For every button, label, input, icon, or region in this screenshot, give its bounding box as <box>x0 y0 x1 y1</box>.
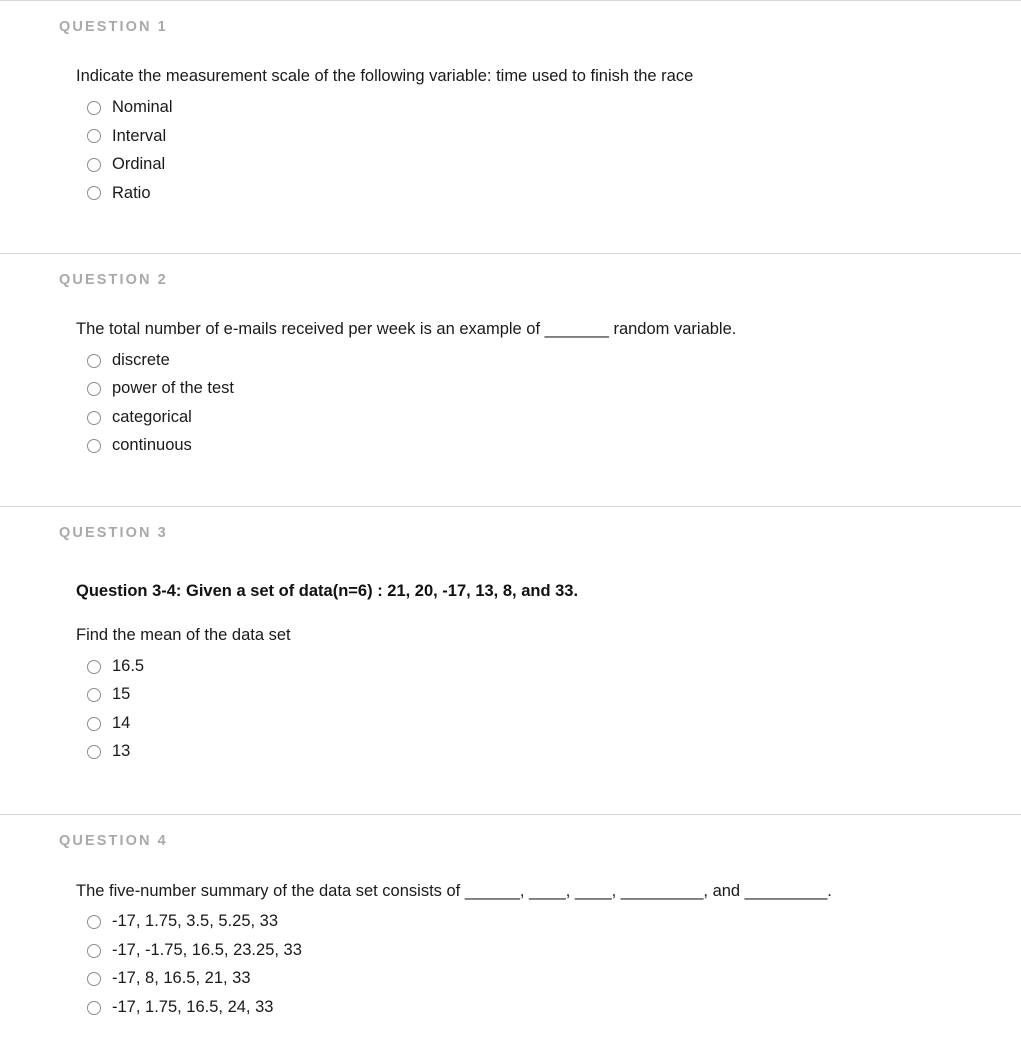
question-body-2: The total number of e-mails received per… <box>0 289 1021 506</box>
option-item[interactable]: Nominal <box>76 94 1021 123</box>
question-text-1: Indicate the measurement scale of the fo… <box>76 67 694 86</box>
question-block-4: QUESTION 4 The five-number summary of th… <box>0 815 1021 1064</box>
option-item[interactable]: -17, 1.75, 3.5, 5.25, 33 <box>76 908 1021 937</box>
option-item[interactable]: discrete <box>76 346 1021 375</box>
question-block-1: QUESTION 1 Indicate the measurement scal… <box>0 1 1021 253</box>
option-item[interactable]: Ordinal <box>76 151 1021 180</box>
radio-button-icon[interactable] <box>87 972 101 987</box>
radio-button-icon[interactable] <box>87 688 101 703</box>
radio-button-icon[interactable] <box>87 915 101 930</box>
options-list-3: 16.5 15 14 13 <box>76 646 1021 766</box>
question-block-3: QUESTION 3 Question 3-4: Given a set of … <box>0 507 1021 814</box>
question-header-1: QUESTION 1 <box>59 19 168 35</box>
option-label: Ratio <box>112 183 151 202</box>
option-label: -17, 1.75, 3.5, 5.25, 33 <box>112 912 279 931</box>
option-item[interactable]: 13 <box>76 738 1021 767</box>
radio-button-icon[interactable] <box>87 943 101 958</box>
question-preamble-3: Question 3-4: Given a set of data(n=6) :… <box>76 581 579 600</box>
radio-button-icon[interactable] <box>87 659 101 674</box>
radio-button-icon[interactable] <box>87 186 101 201</box>
question-body-1: Indicate the measurement scale of the fo… <box>0 36 1021 252</box>
question-body-4: The five-number summary of the data set … <box>0 851 1021 1064</box>
option-item[interactable]: 14 <box>76 709 1021 738</box>
question-text-3: Find the mean of the data set <box>76 626 291 645</box>
options-list-1: Nominal Interval Ordinal Ratio <box>76 88 1021 208</box>
radio-button-icon[interactable] <box>87 157 101 172</box>
option-item[interactable]: -17, -1.75, 16.5, 23.25, 33 <box>76 937 1021 966</box>
options-list-2: discrete power of the test categorical c… <box>76 340 1021 460</box>
option-label: 14 <box>112 713 131 732</box>
radio-button-icon[interactable] <box>87 745 101 760</box>
question-text-2: The total number of e-mails received per… <box>76 320 737 339</box>
option-label: categorical <box>112 407 192 426</box>
radio-button-icon[interactable] <box>87 1000 101 1015</box>
question-header-2: QUESTION 2 <box>59 271 168 288</box>
option-label: power of the test <box>112 379 234 398</box>
question-body-3: Question 3-4: Given a set of data(n=6) :… <box>0 543 1021 815</box>
option-label: continuous <box>112 436 192 455</box>
option-item[interactable]: continuous <box>76 432 1021 461</box>
option-label: 16.5 <box>112 656 145 675</box>
options-list-4: -17, 1.75, 3.5, 5.25, 33 -17, -1.75, 16.… <box>76 902 1021 1022</box>
radio-button-icon[interactable] <box>87 129 101 144</box>
question-header-3: QUESTION 3 <box>59 525 168 542</box>
option-label: -17, 8, 16.5, 21, 33 <box>112 969 251 988</box>
radio-button-icon[interactable] <box>87 716 101 731</box>
option-item[interactable]: 15 <box>76 681 1021 710</box>
option-label: -17, -1.75, 16.5, 23.25, 33 <box>112 940 302 959</box>
radio-button-icon[interactable] <box>87 100 101 115</box>
option-item[interactable]: 16.5 <box>76 652 1021 681</box>
option-item[interactable]: Ratio <box>76 179 1021 208</box>
radio-button-icon[interactable] <box>87 410 101 425</box>
option-label: Nominal <box>112 98 173 116</box>
radio-button-icon[interactable] <box>87 382 101 397</box>
question-text-4: The five-number summary of the data set … <box>76 881 832 900</box>
option-label: discrete <box>112 350 170 369</box>
radio-button-icon[interactable] <box>87 353 101 368</box>
question-block-2: QUESTION 2 The total number of e-mails r… <box>0 254 1021 507</box>
quiz-container: QUESTION 1 Indicate the measurement scal… <box>0 0 1021 1064</box>
option-label: Interval <box>112 126 167 145</box>
option-label: Ordinal <box>112 155 166 173</box>
option-label: 13 <box>112 742 131 761</box>
option-label: 15 <box>112 685 131 704</box>
question-header-4: QUESTION 4 <box>59 833 168 850</box>
option-item[interactable]: Interval <box>76 122 1021 151</box>
radio-button-icon[interactable] <box>87 439 101 454</box>
option-item[interactable]: -17, 1.75, 16.5, 24, 33 <box>76 994 1021 1023</box>
option-label: -17, 1.75, 16.5, 24, 33 <box>112 997 274 1016</box>
option-item[interactable]: power of the test <box>76 375 1021 404</box>
option-item[interactable]: categorical <box>76 403 1021 432</box>
option-item[interactable]: -17, 8, 16.5, 21, 33 <box>76 965 1021 994</box>
